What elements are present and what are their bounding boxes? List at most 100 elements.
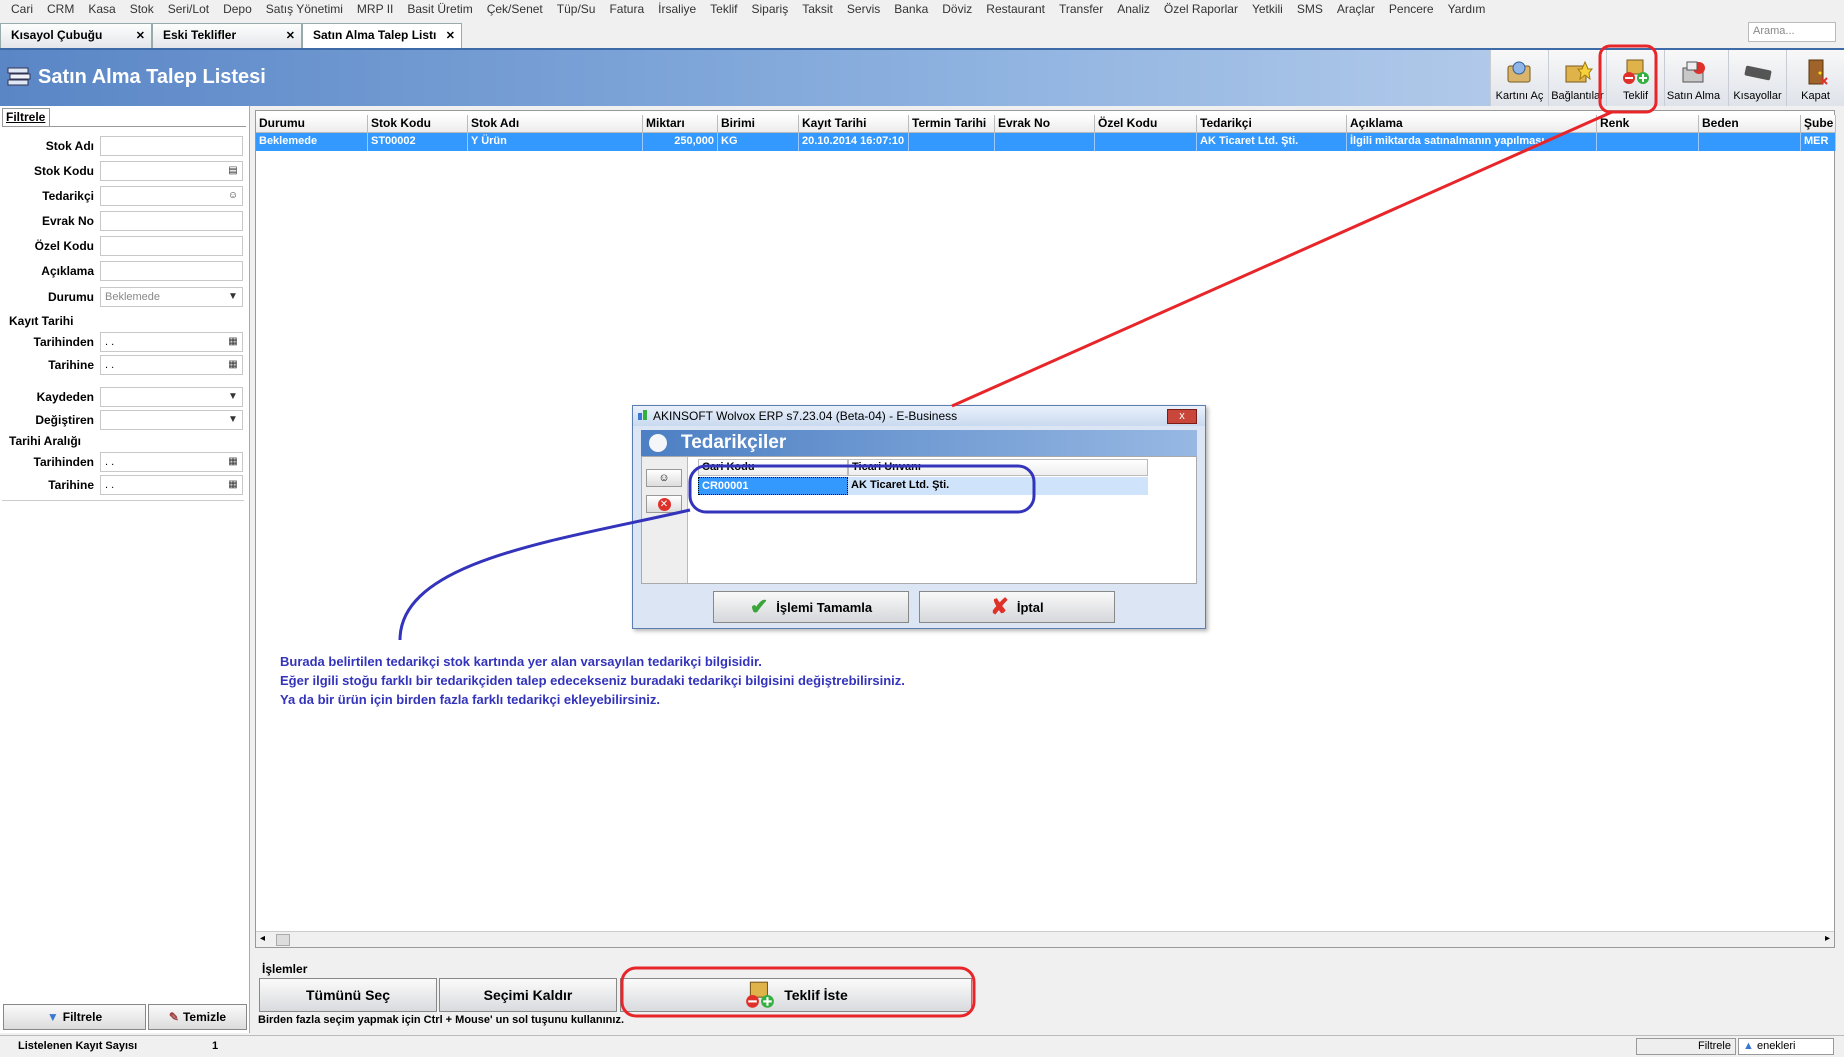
- table-cell[interactable]: MER: [1801, 133, 1836, 151]
- chevron-down-icon[interactable]: ▼: [226, 290, 240, 304]
- menu-item[interactable]: Özel Raporlar: [1157, 2, 1245, 16]
- menu-item[interactable]: Pencere: [1382, 2, 1441, 16]
- aralik-tarihinden-field[interactable]: . . ▦: [100, 452, 243, 472]
- column-header[interactable]: Termin Tarihi: [909, 115, 995, 133]
- tab-eski-teklifler[interactable]: Eski Teklifler ✕: [152, 23, 302, 48]
- table-cell[interactable]: [909, 133, 995, 151]
- options-select[interactable]: ▲ enekleri: [1738, 1038, 1834, 1055]
- supplier-name-cell[interactable]: AK Ticaret Ltd. Şti.: [848, 477, 1148, 495]
- tab-satin-alma-talep[interactable]: Satın Alma Talep Listı ✕: [302, 23, 462, 48]
- durumu-select[interactable]: Beklemede ▼: [100, 287, 243, 307]
- menu-item[interactable]: İrsaliye: [651, 2, 703, 16]
- table-row[interactable]: Beklemede ST00002 Y Ürün 250,000 KG 20.10.201…: [256, 133, 1836, 151]
- table-cell[interactable]: Beklemede: [256, 133, 368, 151]
- search-input[interactable]: Arama...: [1748, 22, 1836, 42]
- chevron-down-icon[interactable]: ▼: [226, 413, 240, 427]
- menu-item[interactable]: Sipariş: [745, 2, 796, 16]
- close-icon[interactable]: ✕: [136, 29, 145, 42]
- calendar-icon[interactable]: ▦: [226, 478, 240, 492]
- menu-item[interactable]: Servis: [840, 2, 887, 16]
- kartini-ac-button[interactable]: Kartını Aç: [1490, 50, 1548, 106]
- menu-item[interactable]: MRP II: [350, 2, 400, 16]
- menu-item[interactable]: Depo: [216, 2, 259, 16]
- table-cell[interactable]: 20.10.2014 16:07:10: [799, 133, 909, 151]
- column-header[interactable]: Şube: [1801, 115, 1836, 133]
- menu-item[interactable]: Satış Yönetimi: [259, 2, 350, 16]
- aralik-tarihine-field[interactable]: . . ▦: [100, 475, 243, 495]
- column-header[interactable]: Renk: [1597, 115, 1699, 133]
- table-cell[interactable]: [1597, 133, 1699, 151]
- menu-item[interactable]: Kasa: [81, 2, 122, 16]
- add-supplier-button[interactable]: ☺: [646, 469, 682, 487]
- menu-item[interactable]: Yetkili: [1245, 2, 1290, 16]
- supplier-code-cell[interactable]: CR00001: [698, 477, 848, 495]
- horizontal-scrollbar[interactable]: ◂ ▸: [256, 931, 1834, 947]
- menu-item[interactable]: Taksit: [795, 2, 840, 16]
- tedarikci-field[interactable]: ☺: [100, 186, 243, 206]
- menu-item[interactable]: Analiz: [1110, 2, 1157, 16]
- table-cell[interactable]: KG: [718, 133, 799, 151]
- kayit-tarihinden-field[interactable]: . . ▦: [100, 332, 243, 352]
- column-header[interactable]: Durumu: [256, 115, 368, 133]
- table-cell[interactable]: Y Ürün: [468, 133, 643, 151]
- menu-item[interactable]: Restaurant: [979, 2, 1052, 16]
- column-header[interactable]: Açıklama: [1347, 115, 1597, 133]
- dialog-close-button[interactable]: x: [1167, 409, 1197, 424]
- column-header[interactable]: Ticari Unvanı: [848, 459, 1148, 476]
- tumunu-sec-button[interactable]: Tümünü Seç: [259, 978, 437, 1012]
- stok-kodu-field[interactable]: ▤: [100, 161, 243, 181]
- lookup-icon[interactable]: ▤: [226, 164, 240, 178]
- evrak-no-field[interactable]: [100, 211, 243, 231]
- kisayollar-button[interactable]: Kısayollar: [1728, 50, 1786, 106]
- baglantilar-button[interactable]: Bağlantılar: [1548, 50, 1606, 106]
- column-header[interactable]: Birimi: [718, 115, 799, 133]
- table-cell[interactable]: ST00002: [368, 133, 468, 151]
- person-lookup-icon[interactable]: ☺: [226, 189, 240, 203]
- menu-item[interactable]: Cari: [4, 2, 40, 16]
- column-header[interactable]: Beden: [1699, 115, 1801, 133]
- calendar-icon[interactable]: ▦: [226, 358, 240, 372]
- column-header[interactable]: Kayıt Tarihi: [799, 115, 909, 133]
- column-header[interactable]: Tedarikçi: [1197, 115, 1347, 133]
- column-header[interactable]: Stok Adı: [468, 115, 643, 133]
- islemi-tamamla-button[interactable]: ✔ İşlemi Tamamla: [713, 591, 909, 623]
- menu-item[interactable]: Banka: [887, 2, 935, 16]
- menu-item[interactable]: CRM: [40, 2, 81, 16]
- column-header[interactable]: Cari Kodu: [698, 459, 848, 476]
- menu-item[interactable]: Teklif: [703, 2, 744, 16]
- filter-tab[interactable]: Filtrele: [2, 108, 50, 126]
- menu-item[interactable]: Basit Üretim: [400, 2, 479, 16]
- table-cell[interactable]: 250,000: [643, 133, 718, 151]
- teklif-button[interactable]: Teklif: [1606, 50, 1664, 106]
- menu-item[interactable]: SMS: [1290, 2, 1330, 16]
- menu-item[interactable]: Stok: [123, 2, 161, 16]
- stok-adi-field[interactable]: [100, 136, 243, 156]
- column-header[interactable]: Özel Kodu: [1095, 115, 1197, 133]
- kaydeden-select[interactable]: ▼: [100, 387, 243, 407]
- chevron-down-icon[interactable]: ▼: [226, 390, 240, 404]
- secimi-kaldir-button[interactable]: Seçimi Kaldır: [439, 978, 617, 1012]
- menu-item[interactable]: Yardım: [1441, 2, 1493, 16]
- filtrele-button[interactable]: ▼ Filtrele: [3, 1004, 146, 1030]
- calendar-icon[interactable]: ▦: [226, 335, 240, 349]
- close-icon[interactable]: ✕: [446, 29, 455, 42]
- menu-item[interactable]: Fatura: [602, 2, 651, 16]
- remove-supplier-button[interactable]: ✕: [646, 495, 682, 513]
- table-cell[interactable]: AK Ticaret Ltd. Şti.: [1197, 133, 1347, 151]
- iptal-button[interactable]: ✘ İptal: [919, 591, 1115, 623]
- temizle-button[interactable]: ✎ Temizle: [148, 1004, 247, 1030]
- menu-item[interactable]: Döviz: [935, 2, 979, 16]
- table-cell[interactable]: [1095, 133, 1197, 151]
- close-icon[interactable]: ✕: [286, 29, 295, 42]
- menu-item[interactable]: Araçlar: [1330, 2, 1382, 16]
- scroll-left-icon[interactable]: ◂: [260, 933, 265, 944]
- satin-alma-button[interactable]: Satın Alma: [1664, 50, 1722, 106]
- menu-item[interactable]: Tüp/Su: [550, 2, 603, 16]
- menu-item[interactable]: Çek/Senet: [480, 2, 550, 16]
- scroll-right-icon[interactable]: ▸: [1825, 933, 1830, 944]
- ozel-kodu-field[interactable]: [100, 236, 243, 256]
- table-cell[interactable]: [1699, 133, 1801, 151]
- table-cell[interactable]: İlgili miktarda satınalmanın yapılması: [1347, 133, 1597, 151]
- menu-item[interactable]: Seri/Lot: [161, 2, 216, 16]
- menu-item[interactable]: Transfer: [1052, 2, 1110, 16]
